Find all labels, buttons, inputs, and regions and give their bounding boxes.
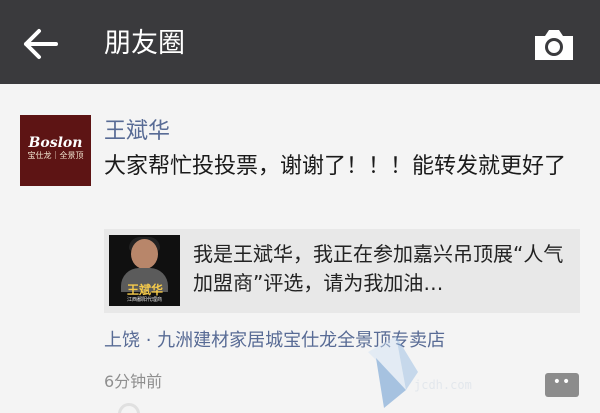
comment-button[interactable]: •• bbox=[545, 373, 579, 397]
thumbnail-signature: 王斌华 bbox=[126, 283, 163, 297]
thumbnail-caption: 江西鄱阳代理商 bbox=[126, 297, 162, 303]
page-title: 朋友圈 bbox=[104, 28, 185, 59]
avatar-brand-subtitle: 宝仕龙｜全景顶 bbox=[27, 151, 84, 160]
watermark-logo bbox=[368, 336, 418, 408]
avatar-brand-logo: Boslon bbox=[28, 135, 83, 151]
post-username[interactable]: 王斌华 bbox=[104, 117, 170, 147]
watermark-text: jcdh.com bbox=[414, 378, 472, 392]
camera-icon[interactable] bbox=[532, 27, 576, 63]
shared-link-thumbnail: 王斌华 江西鄱阳代理商 bbox=[109, 235, 180, 306]
shared-link-title: 我是王斌华，我正在参加嘉兴吊顶展“人气加盟商”评选，请为我加油… bbox=[193, 242, 564, 295]
post-text: 大家帮忙投投票，谢谢了！！！能转发就更好了 bbox=[104, 154, 567, 179]
comment-dots-icon: •• bbox=[552, 374, 572, 390]
back-arrow-icon[interactable] bbox=[22, 26, 62, 62]
top-bar: 朋友圈 bbox=[0, 0, 600, 84]
avatar[interactable]: Boslon 宝仕龙｜全景顶 bbox=[20, 115, 91, 186]
thumbnail-face bbox=[131, 239, 158, 269]
shared-link-card[interactable]: 王斌华 江西鄱阳代理商 我是王斌华，我正在参加嘉兴吊顶展“人气加盟商”评选，请为… bbox=[104, 229, 580, 313]
post-time: 6分钟前 bbox=[104, 372, 163, 391]
